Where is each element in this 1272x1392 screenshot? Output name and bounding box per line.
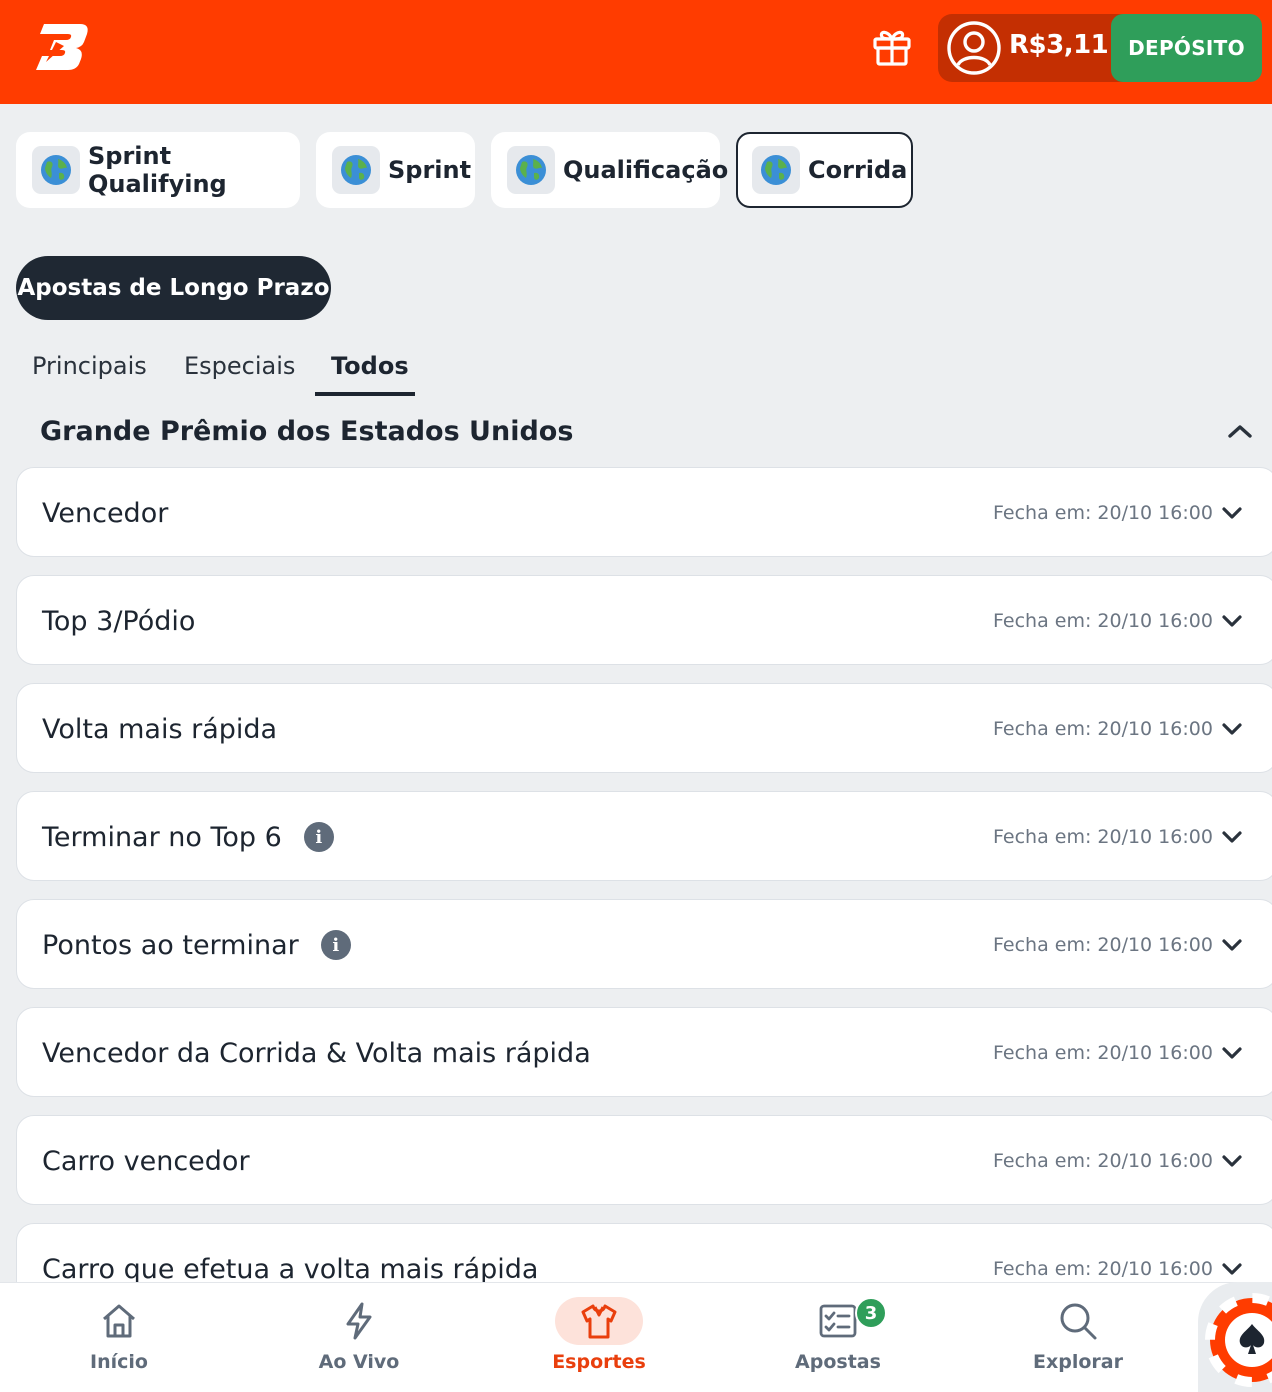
tab-todos[interactable]: Todos — [331, 352, 409, 380]
market-row-volta-mais-rapida[interactable]: Volta mais rápida Fecha em: 20/10 16:00 — [16, 683, 1272, 773]
market-row-terminar-top6[interactable]: Terminar no Top 6 i Fecha em: 20/10 16:0… — [16, 791, 1272, 881]
chevron-down-icon[interactable] — [1217, 498, 1247, 528]
casino-chip-button[interactable] — [1198, 1282, 1272, 1392]
category-chip-sprint-qualifying[interactable]: Sprint Qualifying — [16, 132, 300, 208]
market-name: Volta mais rápida — [42, 713, 278, 745]
chevron-down-icon[interactable] — [1217, 822, 1247, 852]
market-row-top3-podio[interactable]: Top 3/Pódio Fecha em: 20/10 16:00 — [16, 575, 1272, 665]
nav-item-inicio[interactable]: Início — [44, 1283, 194, 1392]
chevron-down-icon[interactable] — [1217, 1146, 1247, 1176]
tab-principais[interactable]: Principais — [32, 352, 147, 380]
active-tab-indicator — [315, 392, 415, 396]
globe-icon — [32, 146, 80, 194]
nav-label: Ao Vivo — [318, 1351, 400, 1373]
betslip-count-badge: 3 — [855, 1297, 887, 1329]
globe-icon — [752, 146, 800, 194]
balance-amount[interactable]: R$3,11 — [1009, 30, 1109, 60]
market-name: Vencedor da Corrida & Volta mais rápida — [42, 1037, 591, 1069]
info-icon[interactable]: i — [320, 930, 351, 960]
nav-label: Explorar — [1033, 1351, 1123, 1373]
brand-logo[interactable] — [34, 22, 90, 72]
market-close-time: Fecha em: 20/10 16:00 — [993, 1258, 1213, 1280]
category-chip-label: Sprint — [388, 156, 472, 184]
category-chip-sprint[interactable]: Sprint — [316, 132, 475, 208]
market-name: Top 3/Pódio — [42, 605, 196, 637]
section-header[interactable]: Grande Prêmio dos Estados Unidos — [0, 406, 1272, 444]
market-list: Vencedor Fecha em: 20/10 16:00 Top 3/Pód… — [0, 444, 1272, 1282]
market-row-carro-volta-rapida[interactable]: Carro que efetua a volta mais rápida Fec… — [16, 1223, 1272, 1282]
market-name: Vencedor — [42, 497, 169, 529]
category-chip-qualificacao[interactable]: Qualificação — [491, 132, 728, 208]
nav-item-apostas[interactable]: 3 Apostas — [763, 1283, 913, 1392]
gift-icon[interactable] — [870, 24, 914, 68]
market-close-time: Fecha em: 20/10 16:00 — [993, 610, 1213, 632]
nav-item-esportes[interactable]: Esportes — [524, 1283, 674, 1392]
nav-item-ao-vivo[interactable]: Ao Vivo — [284, 1283, 434, 1392]
market-name: Pontos ao terminar — [42, 929, 299, 961]
jersey-icon — [581, 1304, 617, 1339]
info-icon[interactable]: i — [303, 822, 334, 852]
nav-label: Apostas — [795, 1351, 881, 1373]
chevron-down-icon[interactable] — [1217, 714, 1247, 744]
chevron-down-icon[interactable] — [1217, 930, 1247, 960]
deposit-button[interactable]: DEPÓSITO — [1111, 14, 1262, 82]
globe-icon — [332, 146, 380, 194]
poker-chip-icon — [1205, 1293, 1272, 1387]
event-title: Grande Prêmio dos Estados Unidos — [40, 416, 574, 444]
category-chip-label: Sprint Qualifying — [88, 142, 227, 198]
market-close-time: Fecha em: 20/10 16:00 — [993, 934, 1213, 956]
nav-item-explorar[interactable]: Explorar — [1003, 1283, 1153, 1392]
market-row-vencedor[interactable]: Vencedor Fecha em: 20/10 16:00 — [16, 467, 1272, 557]
market-close-time: Fecha em: 20/10 16:00 — [993, 1042, 1213, 1064]
bottom-navigation: Início Ao Vivo Esportes 3 Apostas Explor… — [0, 1282, 1272, 1392]
market-name: Carro que efetua a volta mais rápida — [42, 1253, 539, 1283]
market-row-vencedor-corrida-volta[interactable]: Vencedor da Corrida & Volta mais rápida … — [16, 1007, 1272, 1097]
market-close-time: Fecha em: 20/10 16:00 — [993, 1150, 1213, 1172]
category-chip-label: Qualificação — [563, 156, 729, 184]
market-close-time: Fecha em: 20/10 16:00 — [993, 502, 1213, 524]
nav-label: Esportes — [552, 1351, 646, 1373]
search-icon — [1060, 1303, 1097, 1340]
home-icon — [103, 1304, 135, 1338]
market-name: Terminar no Top 6 — [42, 821, 282, 853]
chevron-up-icon[interactable] — [1224, 416, 1256, 444]
category-chip-corrida[interactable]: Corrida — [736, 132, 913, 208]
chevron-down-icon[interactable] — [1217, 606, 1247, 636]
market-close-time: Fecha em: 20/10 16:00 — [993, 826, 1213, 848]
user-avatar-icon[interactable] — [946, 20, 1002, 76]
top-header: R$3,11 DEPÓSITO — [0, 0, 1272, 104]
market-name: Carro vencedor — [42, 1145, 250, 1177]
market-row-pontos-ao-terminar[interactable]: Pontos ao terminar i Fecha em: 20/10 16:… — [16, 899, 1272, 989]
nav-label: Início — [90, 1351, 148, 1373]
market-close-time: Fecha em: 20/10 16:00 — [993, 718, 1213, 740]
chevron-down-icon[interactable] — [1217, 1254, 1247, 1282]
long-term-bets-button[interactable]: Apostas de Longo Prazo — [16, 256, 331, 320]
globe-icon — [507, 146, 555, 194]
betslip-icon — [819, 1304, 857, 1338]
market-row-carro-vencedor[interactable]: Carro vencedor Fecha em: 20/10 16:00 — [16, 1115, 1272, 1205]
chevron-down-icon[interactable] — [1217, 1038, 1247, 1068]
lightning-icon — [346, 1302, 372, 1340]
category-chip-label: Corrida — [808, 156, 908, 184]
tab-especiais[interactable]: Especiais — [184, 352, 295, 380]
